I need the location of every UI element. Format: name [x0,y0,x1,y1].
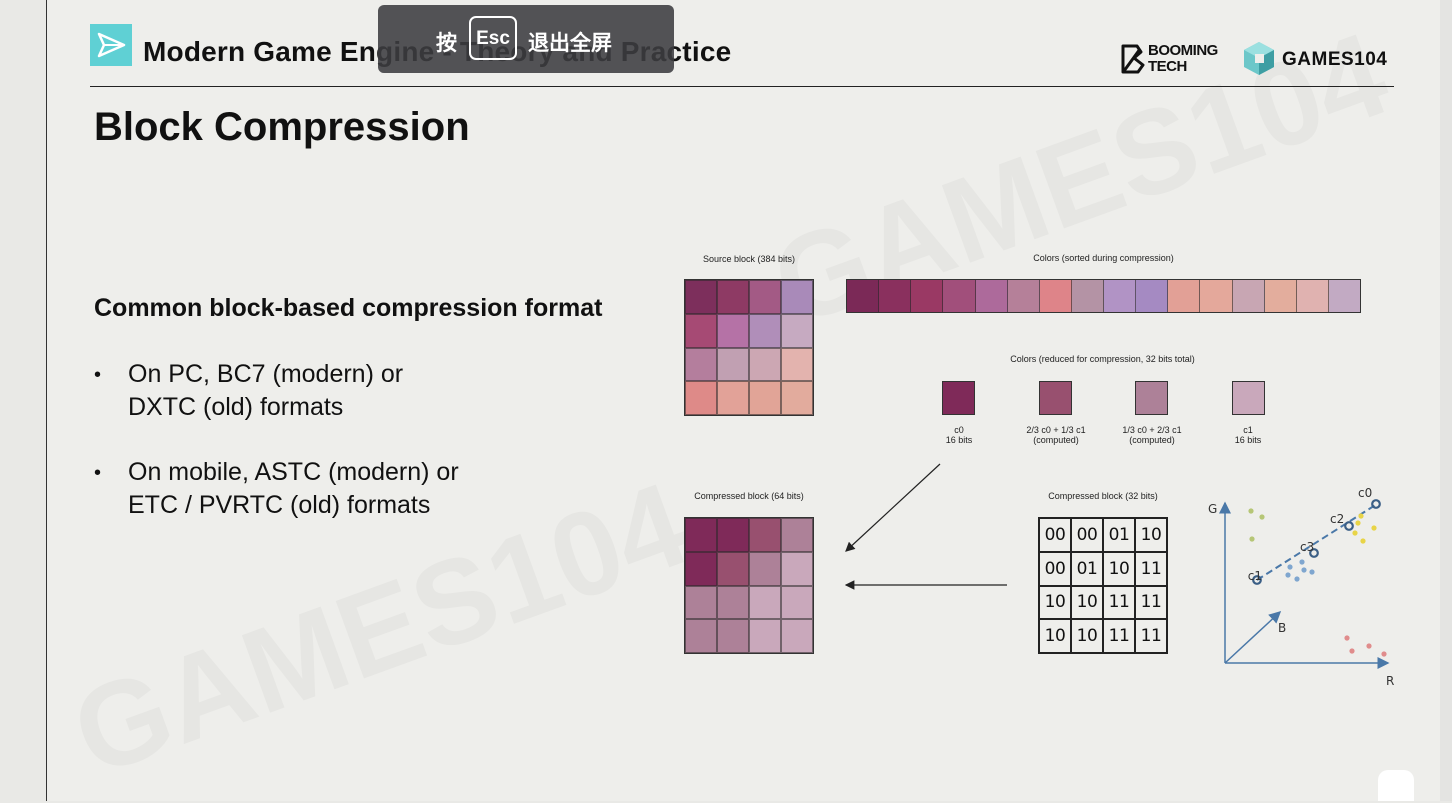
blue-point-cluster [1285,559,1315,582]
g-axis-label: G [1208,502,1217,516]
c0-label: c0 [1358,486,1372,500]
b-axis [1224,610,1282,664]
c1-label: c1 [1248,569,1262,583]
figure-overlay: G B R c1 c3 c2 c0 [844,463,1394,688]
diagonal-arrow [845,463,941,552]
c2-label: c2 [1330,512,1344,526]
corner-mascot-icon [1378,770,1414,801]
b-axis-label: B [1278,621,1286,635]
red-point-cluster [1344,635,1387,657]
c3-label: c3 [1300,540,1314,554]
r-axis-label: R [1386,674,1394,688]
green-point-cluster [1248,508,1265,542]
